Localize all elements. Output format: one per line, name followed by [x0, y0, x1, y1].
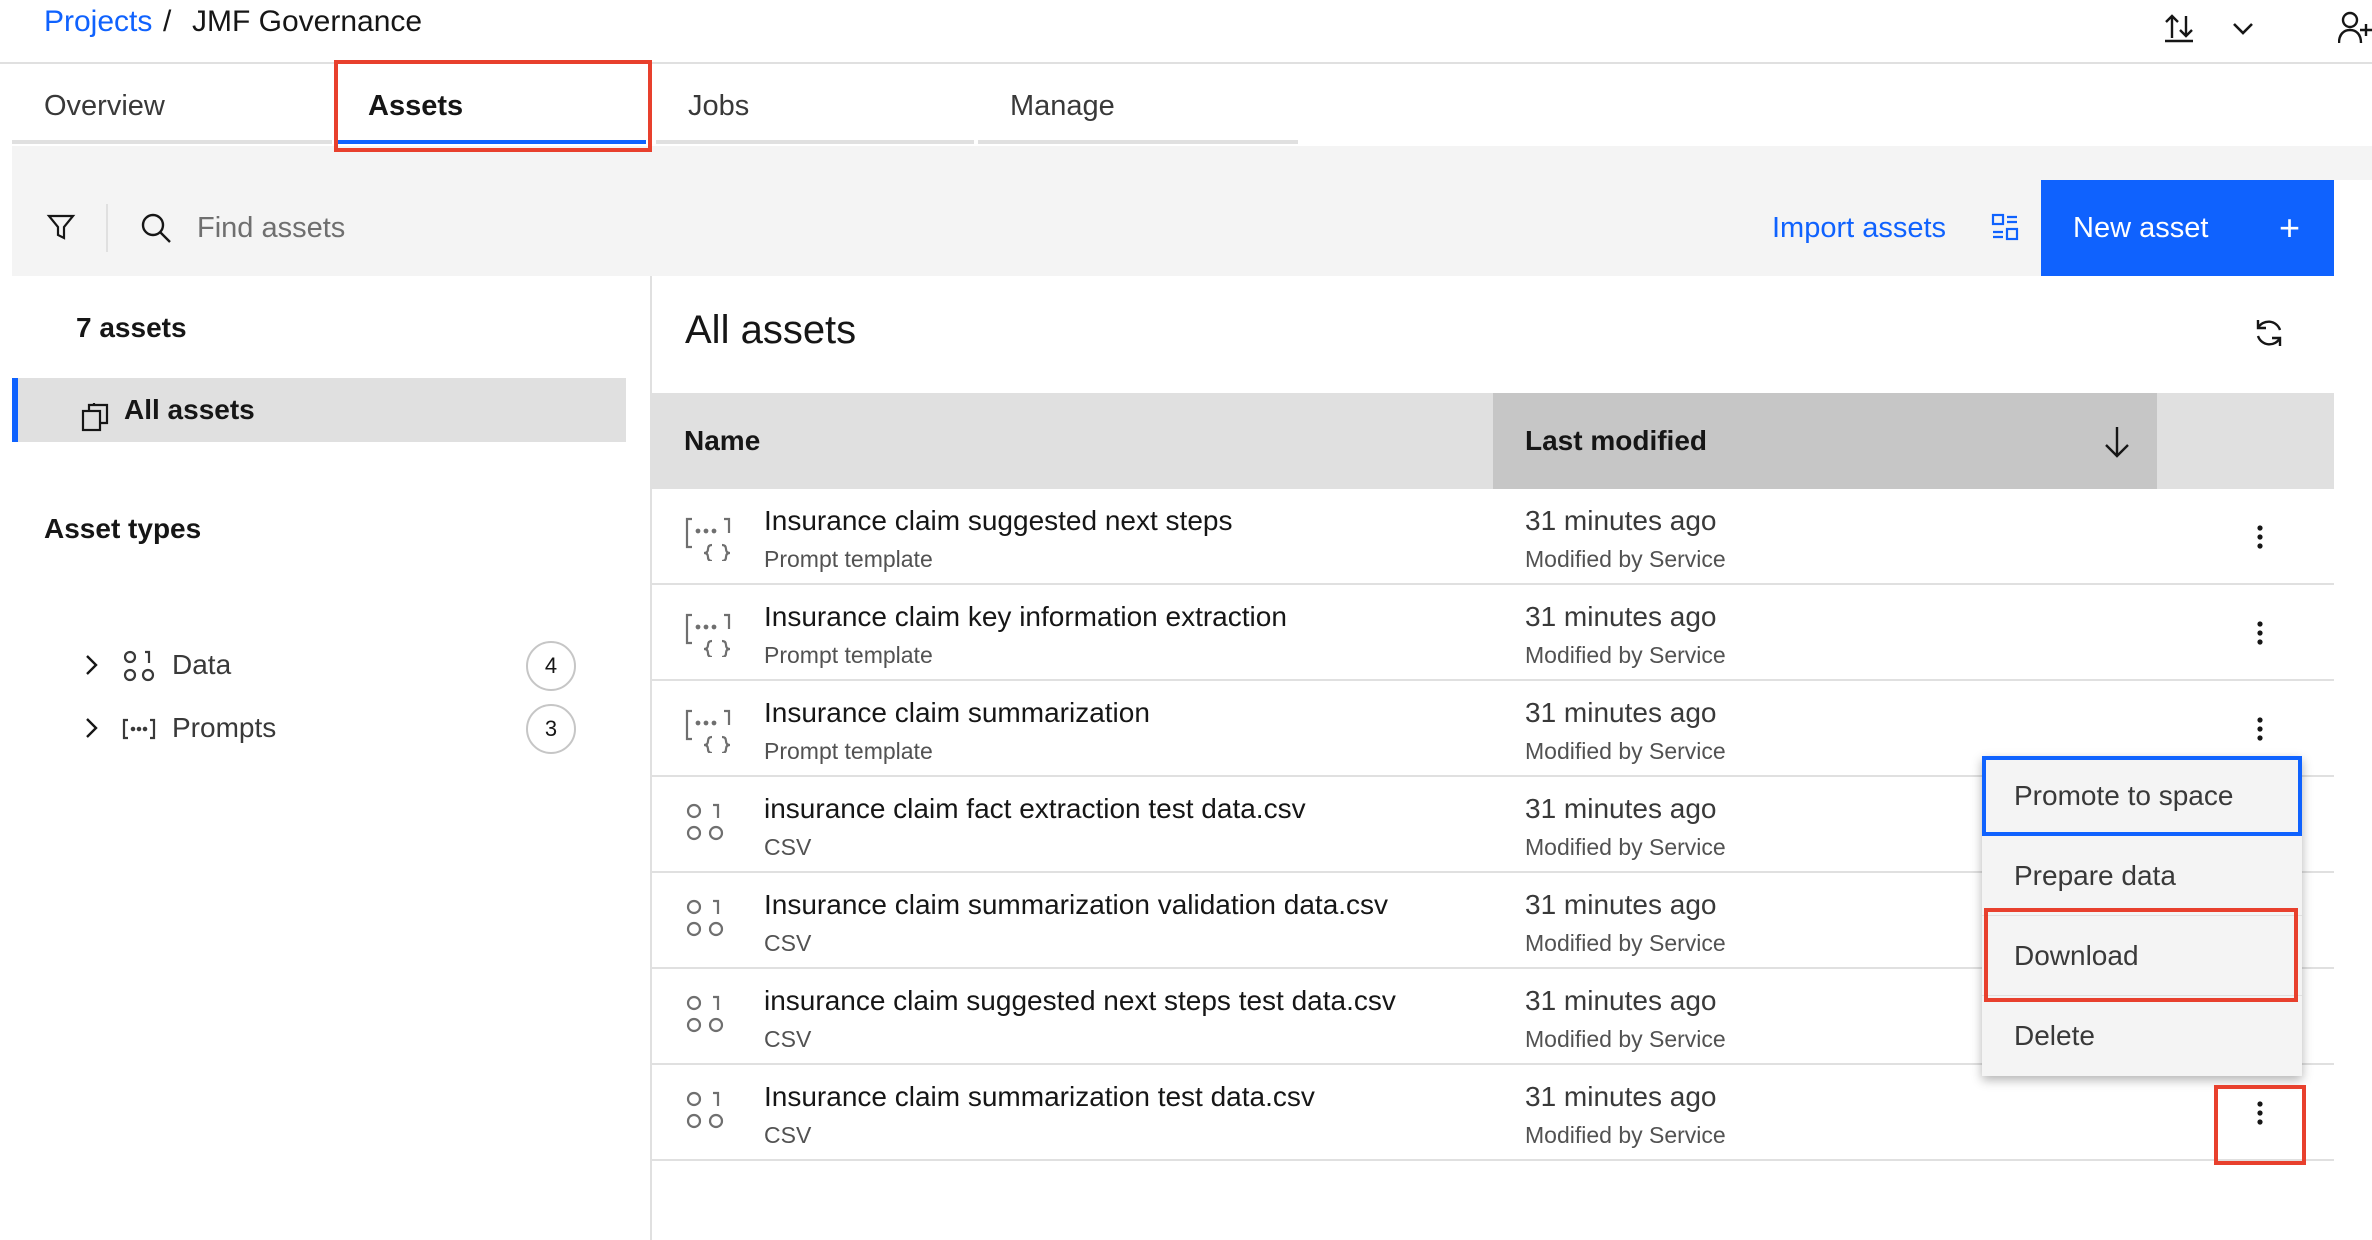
refresh-icon[interactable]: [2252, 316, 2286, 355]
asset-type: CSV: [764, 1026, 812, 1052]
sidebar-item-data[interactable]: Data 4: [12, 636, 626, 696]
sidebar-item-all-assets[interactable]: All assets: [12, 378, 626, 442]
menu-item-prepare-data[interactable]: Prepare data: [1982, 836, 2302, 916]
asset-toolbar: Import assets New asset +: [12, 180, 2334, 276]
prompt-icon: [122, 712, 156, 751]
prompt-template-icon: [684, 705, 732, 758]
last-modified: 31 minutes ago: [1525, 793, 1717, 824]
table-header: Name Last modified: [652, 393, 2334, 489]
copy-icon: [80, 392, 110, 456]
column-header-name[interactable]: Name: [684, 393, 760, 489]
asset-name[interactable]: insurance claim fact extraction test dat…: [764, 793, 1306, 825]
chevron-right-icon[interactable]: [80, 652, 102, 683]
last-modified: 31 minutes ago: [1525, 889, 1717, 920]
modified-by: Modified by Service: [1525, 738, 1726, 764]
tab-jobs[interactable]: Jobs: [656, 64, 974, 144]
asset-name[interactable]: Insurance claim summarization validation…: [764, 889, 1388, 921]
prompt-template-icon: [684, 609, 732, 662]
asset-name[interactable]: Insurance claim suggested next steps: [764, 505, 1232, 537]
asset-type: Prompt template: [764, 642, 933, 668]
table-row[interactable]: Insurance claim key information extracti…: [652, 585, 2334, 681]
last-modified: 31 minutes ago: [1525, 505, 1717, 536]
toolbar-divider: [106, 204, 108, 252]
csv-data-icon: [684, 801, 728, 850]
asset-type: CSV: [764, 834, 812, 860]
search-input[interactable]: [197, 204, 997, 252]
asset-name[interactable]: Insurance claim key information extracti…: [764, 601, 1287, 633]
asset-types-heading: Asset types: [44, 513, 202, 544]
search-icon: [140, 212, 172, 249]
breadcrumb-current-project: JMF Governance: [192, 5, 423, 38]
content-background: [12, 146, 2372, 180]
menu-item-download[interactable]: Download: [1982, 916, 2302, 996]
tab-bar: Overview Assets Jobs Manage: [0, 64, 2372, 146]
type-label: Data: [172, 649, 232, 680]
import-icon: [1990, 212, 2020, 242]
last-modified: 31 minutes ago: [1525, 985, 1717, 1016]
overflow-menu: Promote to space Prepare data Download D…: [1982, 756, 2302, 1076]
overflow-menu-icon[interactable]: [2240, 517, 2280, 557]
tab-manage[interactable]: Manage: [978, 64, 1298, 144]
asset-type: Prompt template: [764, 546, 933, 572]
count-badge: 3: [526, 704, 576, 754]
table-row[interactable]: Insurance claim suggested next steps Pro…: [652, 489, 2334, 585]
all-assets-label: All assets: [124, 394, 255, 425]
page-title: All assets: [685, 308, 857, 352]
last-modified: 31 minutes ago: [1525, 601, 1717, 632]
tab-overview[interactable]: Overview: [12, 64, 332, 144]
menu-item-delete[interactable]: Delete: [1982, 996, 2302, 1076]
asset-name[interactable]: Insurance claim summarization: [764, 697, 1150, 729]
modified-by: Modified by Service: [1525, 1122, 1726, 1148]
plus-icon: +: [2278, 207, 2300, 248]
csv-data-icon: [684, 993, 728, 1042]
last-modified: 31 minutes ago: [1525, 1081, 1717, 1112]
modified-by: Modified by Service: [1525, 930, 1726, 956]
breadcrumb-projects-link[interactable]: Projects: [44, 5, 152, 39]
breadcrumb-separator: /: [163, 5, 172, 38]
asset-type: CSV: [764, 1122, 812, 1148]
overflow-menu-icon[interactable]: [2240, 709, 2280, 749]
chevron-right-icon[interactable]: [80, 715, 102, 746]
filter-icon[interactable]: [46, 212, 76, 247]
new-asset-label: New asset: [2073, 212, 2209, 244]
csv-data-icon: [684, 897, 728, 946]
modified-by: Modified by Service: [1525, 642, 1726, 668]
upload-download-icon[interactable]: [2162, 10, 2196, 49]
import-assets-button[interactable]: Import assets: [1772, 180, 2019, 276]
type-label: Prompts: [172, 712, 277, 743]
sidebar-item-prompts[interactable]: Prompts 3: [12, 699, 626, 759]
tab-assets[interactable]: Assets: [336, 64, 646, 144]
modified-by: Modified by Service: [1525, 834, 1726, 860]
asset-count: 7 assets: [76, 312, 187, 343]
add-collaborator-icon[interactable]: [2337, 10, 2372, 51]
asset-name[interactable]: Insurance claim summarization test data.…: [764, 1081, 1315, 1113]
new-asset-button[interactable]: New asset +: [2041, 180, 2334, 276]
overflow-menu-icon[interactable]: [2240, 1093, 2280, 1133]
modified-by: Modified by Service: [1525, 1026, 1726, 1052]
asset-type: CSV: [764, 930, 812, 956]
chevron-down-icon[interactable]: [2229, 14, 2257, 47]
count-badge: 4: [526, 641, 576, 691]
import-assets-label: Import assets: [1772, 212, 1947, 244]
overflow-menu-icon[interactable]: [2240, 613, 2280, 653]
modified-by: Modified by Service: [1525, 546, 1726, 572]
top-header: Projects / JMF Governance: [0, 0, 2372, 64]
asset-type: Prompt template: [764, 738, 933, 764]
last-modified: 31 minutes ago: [1525, 697, 1717, 728]
arrow-down-icon[interactable]: [2102, 425, 2132, 464]
csv-data-icon: [684, 1089, 728, 1138]
asset-type-sidebar: 7 assets All assets Asset types Data 4 P…: [12, 276, 652, 1240]
menu-item-promote-to-space[interactable]: Promote to space: [1982, 756, 2302, 836]
asset-name[interactable]: insurance claim suggested next steps tes…: [764, 985, 1396, 1017]
column-header-last-modified[interactable]: Last modified: [1525, 393, 1707, 489]
table-row[interactable]: Insurance claim summarization test data.…: [652, 1065, 2334, 1161]
prompt-template-icon: [684, 513, 732, 566]
data-icon: [122, 649, 156, 688]
